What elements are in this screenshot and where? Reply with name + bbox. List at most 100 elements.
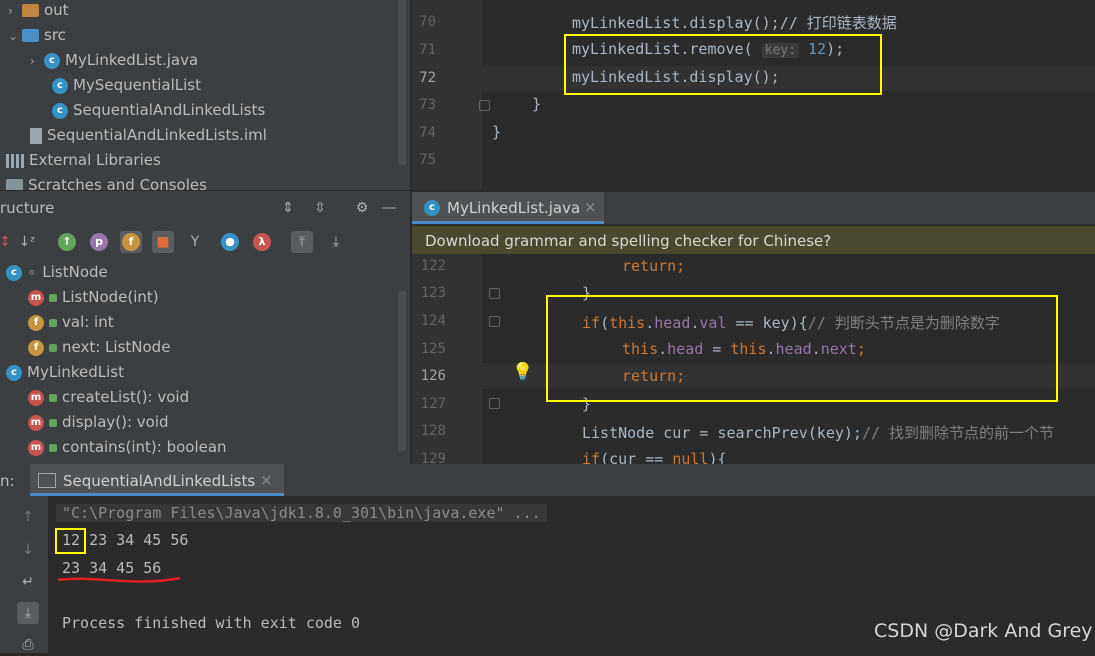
tree-item-label: Scratches and Consoles xyxy=(28,176,207,190)
structure-item-contains[interactable]: m contains(int): boolean xyxy=(28,435,227,460)
lightbulb-icon[interactable]: 💡 xyxy=(512,362,533,382)
line-number: 71 xyxy=(419,42,436,58)
structure-item-next[interactable]: f next: ListNode xyxy=(28,335,170,360)
class-icon: c xyxy=(52,102,68,119)
structure-panel: ructure ⇕ ⇳ ⚙ — ↕ ↓ᶻ ↑ p f ■ Y ● λ ⤒ ⤓ c… xyxy=(0,190,410,465)
field-icon: f xyxy=(28,339,44,356)
tree-item-iml[interactable]: SequentialAndLinkedLists.iml xyxy=(30,123,267,148)
inherited-icon[interactable]: ↑ xyxy=(58,233,76,251)
scratches-icon xyxy=(6,179,23,190)
watermark: CSDN @Dark And Grey xyxy=(874,620,1093,642)
scroll-to-end-icon[interactable]: ⤓ xyxy=(17,602,39,624)
structure-item-label: MyLinkedList xyxy=(27,363,124,381)
structure-item-label: val: int xyxy=(62,313,114,331)
code-line: return; xyxy=(622,257,686,275)
field-icon: f xyxy=(28,314,44,331)
gear-icon[interactable]: ⚙ xyxy=(351,197,373,219)
anonymous-class-icon[interactable]: ● xyxy=(221,233,239,251)
structure-item-listnode[interactable]: c ∘ ListNode xyxy=(6,260,108,285)
code-comment: // 找到删除节点的前一个节 xyxy=(861,424,1055,442)
line-number: 125 xyxy=(420,341,446,357)
lambda-icon[interactable]: λ xyxy=(253,233,271,251)
structure-scrollbar[interactable] xyxy=(398,291,406,451)
line-number: 75 xyxy=(419,152,436,168)
line-number: 122 xyxy=(420,258,446,274)
public-icon xyxy=(49,443,57,452)
sort-alpha-icon[interactable]: ↓ᶻ xyxy=(16,231,38,253)
structure-item-label: display(): void xyxy=(62,413,169,431)
package-private-icon: ∘ xyxy=(27,263,37,281)
fold-marker-icon[interactable] xyxy=(489,398,500,409)
structure-title: ructure xyxy=(0,199,55,217)
close-tab-icon[interactable]: × xyxy=(584,198,597,216)
line-number: 72 xyxy=(419,70,436,86)
tree-item-external-libraries[interactable]: External Libraries xyxy=(6,148,161,173)
public-icon xyxy=(49,318,57,327)
tree-item-sequentialandlinkedlists[interactable]: c SequentialAndLinkedLists xyxy=(52,98,265,123)
fold-marker-icon[interactable] xyxy=(479,100,490,111)
autoscroll-from-source-icon[interactable]: ⤓ xyxy=(325,231,347,253)
tree-item-label: MyLinkedList.java xyxy=(65,51,199,69)
structure-item-listnode-ctor[interactable]: m ListNode(int) xyxy=(28,285,159,310)
run-label: n: xyxy=(0,472,15,490)
tree-item-mylinkedlist[interactable]: › c MyLinkedList.java xyxy=(30,48,198,73)
fields-toggle-icon[interactable]: f xyxy=(120,231,142,253)
chevron-right-icon[interactable]: › xyxy=(30,49,44,74)
code-line: ListNode cur = searchPrev(key);// 找到删除节点… xyxy=(582,422,1054,443)
soft-wrap-icon[interactable]: ↵ xyxy=(17,571,39,593)
class-icon: c xyxy=(6,364,22,381)
method-icon: m xyxy=(28,289,44,306)
public-icon xyxy=(49,418,57,427)
tree-item-label: SequentialAndLinkedLists xyxy=(73,101,266,119)
line-number: 124 xyxy=(420,313,446,329)
class-icon: c xyxy=(52,77,68,94)
sort-visibility-icon[interactable]: ↕ xyxy=(0,231,16,253)
fold-marker-icon[interactable] xyxy=(489,316,500,327)
tree-item-mysequentiallist[interactable]: c MySequentialList xyxy=(52,73,201,98)
tree-item-out[interactable]: › out xyxy=(8,0,69,23)
method-icon: m xyxy=(28,439,44,456)
autoscroll-to-source-icon[interactable]: ⤒ xyxy=(291,231,313,253)
tree-item-src[interactable]: ⌄ src xyxy=(8,23,66,48)
arrow-up-icon[interactable]: ↑ xyxy=(17,506,39,528)
expand-all-icon[interactable]: ⇕ xyxy=(277,197,299,219)
run-command: "C:\Program Files\Java\jdk1.8.0_301\bin\… xyxy=(56,504,547,522)
method-icon: m xyxy=(28,414,44,431)
output-values: 23 34 45 56 xyxy=(80,531,189,549)
structure-item-display[interactable]: m display(): void xyxy=(28,410,169,435)
project-tree-panel: › out ⌄ src › c MyLinkedList.java c MySequent… xyxy=(0,0,410,190)
structure-item-mylinkedlist[interactable]: c MyLinkedList xyxy=(6,360,124,385)
tree-item-label: External Libraries xyxy=(29,151,161,169)
class-icon: c xyxy=(44,52,60,69)
close-tab-icon[interactable]: × xyxy=(260,471,273,489)
code-text: ListNode cur = searchPrev(key); xyxy=(582,424,862,442)
collapse-all-icon[interactable]: ⇳ xyxy=(309,197,331,219)
minimize-icon[interactable]: — xyxy=(378,197,400,219)
banner-message[interactable]: Download grammar and spelling checker fo… xyxy=(425,232,831,250)
structure-item-label: createList(): void xyxy=(62,388,190,406)
console-icon xyxy=(38,473,56,488)
folder-icon xyxy=(22,29,39,42)
process-exit-message: Process finished with exit code 0 xyxy=(62,614,361,632)
code-line: myLinkedList.display();// 打印链表数据 xyxy=(572,14,897,32)
class-icon: c xyxy=(424,200,440,216)
structure-item-label: next: ListNode xyxy=(62,338,171,356)
method-icon: m xyxy=(28,389,44,406)
hierarchy-icon[interactable]: Y xyxy=(184,231,206,253)
structure-item-createlist[interactable]: m createList(): void xyxy=(28,385,189,410)
field-letter-icon: f xyxy=(122,233,140,251)
structure-item-val[interactable]: f val: int xyxy=(28,310,114,335)
chevron-right-icon[interactable]: › xyxy=(8,0,22,24)
arrow-down-icon[interactable]: ↓ xyxy=(17,539,39,561)
public-icon xyxy=(49,393,57,402)
chevron-down-icon[interactable]: ⌄ xyxy=(8,24,22,49)
structure-item-label: contains(int): boolean xyxy=(62,438,227,456)
red-underline-annotation xyxy=(57,576,181,583)
tree-item-scratches[interactable]: Scratches and Consoles xyxy=(6,173,207,190)
fold-marker-icon[interactable] xyxy=(489,288,500,299)
line-number: 128 xyxy=(420,423,446,439)
properties-icon[interactable]: p xyxy=(90,233,108,251)
tree-item-label: SequentialAndLinkedLists.iml xyxy=(47,126,267,144)
lock-icon[interactable]: ■ xyxy=(152,231,174,253)
tree-item-label: out xyxy=(44,1,69,19)
